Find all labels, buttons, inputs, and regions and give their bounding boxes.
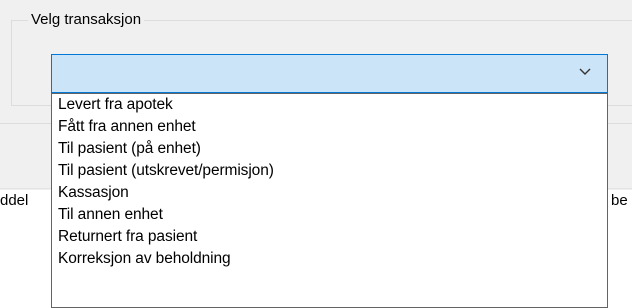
chevron-down-icon[interactable] [577, 64, 593, 80]
dropdown-item-til-pasient-pa-enhet[interactable]: Til pasient (på enhet) [52, 138, 607, 160]
background-label-right: be [611, 192, 628, 209]
dropdown-item-levert-fra-apotek[interactable]: Levert fra apotek [52, 94, 607, 116]
dropdown-item-fatt-fra-annen-enhet[interactable]: Fått fra annen enhet [52, 116, 607, 138]
dropdown-item-til-annen-enhet[interactable]: Til annen enhet [52, 204, 607, 226]
groupbox-title: Velg transaksjon [28, 10, 145, 30]
background-label-left: ddel [0, 192, 29, 209]
dropdown-item-kassasjon[interactable]: Kassasjon [52, 182, 607, 204]
transaction-combobox[interactable] [51, 54, 608, 93]
dropdown-item-korreksjon-av-beholdning[interactable]: Korreksjon av beholdning [52, 248, 607, 270]
dropdown-item-til-pasient-utskrevet[interactable]: Til pasient (utskrevet/permisjon) [52, 160, 607, 182]
transaction-dropdown-list[interactable]: Levert fra apotek Fått fra annen enhet T… [51, 93, 608, 308]
dropdown-item-returnert-fra-pasient[interactable]: Returnert fra pasient [52, 226, 607, 248]
